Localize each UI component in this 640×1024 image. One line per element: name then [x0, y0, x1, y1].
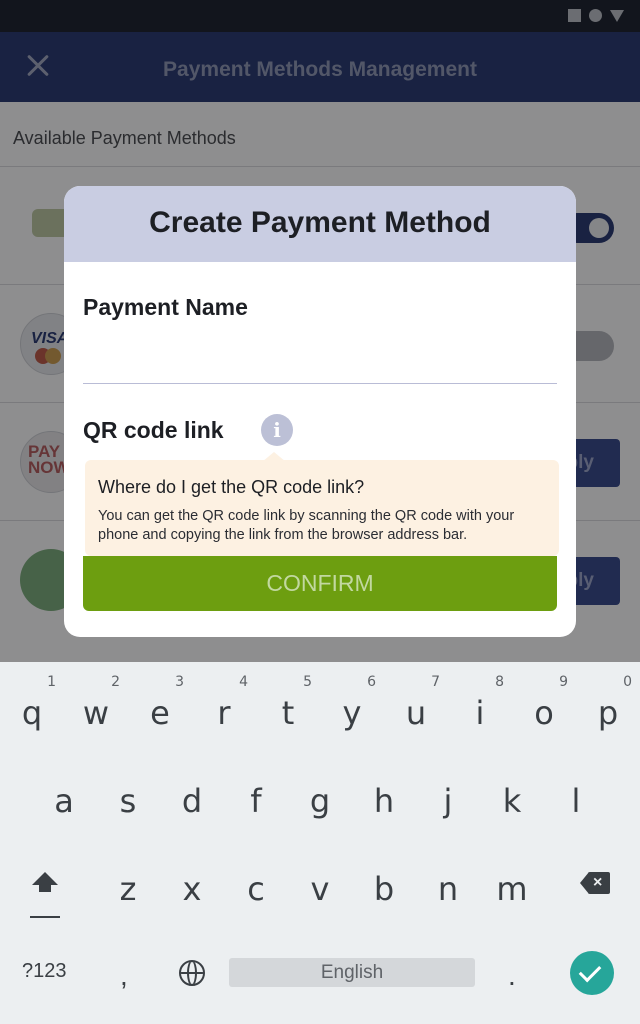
key-label: r — [217, 694, 231, 732]
enter-key[interactable] — [570, 951, 614, 995]
key-t[interactable]: t5 — [256, 666, 320, 754]
key-number-hint: 0 — [623, 674, 632, 690]
key-number-hint: 8 — [495, 674, 504, 690]
dialog-header: Create Payment Method — [64, 186, 576, 262]
key-label: x — [182, 870, 202, 908]
key-s[interactable]: s — [96, 754, 160, 842]
key-i[interactable]: i8 — [448, 666, 512, 754]
comma-key[interactable]: , — [120, 960, 128, 992]
dialog-title: Create Payment Method — [149, 206, 491, 239]
key-k[interactable]: k — [480, 754, 544, 842]
qr-code-link-label: QR code link — [83, 417, 224, 443]
key-label: y — [342, 694, 362, 732]
shift-icon[interactable] — [28, 872, 62, 922]
key-label: g — [309, 782, 331, 820]
key-label: n — [437, 870, 459, 908]
key-label: k — [502, 782, 522, 820]
key-number-hint: 9 — [559, 674, 568, 690]
key-m[interactable]: m — [480, 842, 544, 930]
key-q[interactable]: q1 — [0, 666, 64, 754]
globe-icon[interactable] — [179, 960, 205, 986]
confirm-button[interactable]: CONFIRM — [83, 556, 557, 611]
key-label: v — [310, 870, 330, 908]
key-label: f — [250, 782, 262, 820]
key-a[interactable]: a — [32, 754, 96, 842]
key-label: a — [54, 782, 74, 820]
key-label: e — [150, 694, 170, 732]
tooltip-body: You can get the QR code link by scanning… — [98, 508, 515, 543]
period-key[interactable]: . — [508, 960, 516, 992]
key-z[interactable]: z — [96, 842, 160, 930]
key-h[interactable]: h — [352, 754, 416, 842]
key-label: o — [534, 694, 554, 732]
key-number-hint: 2 — [111, 674, 120, 690]
key-label: j — [443, 782, 453, 820]
key-g[interactable]: g — [288, 754, 352, 842]
backspace-icon[interactable]: × — [580, 872, 610, 894]
key-p[interactable]: p0 — [576, 666, 640, 754]
key-label: w — [82, 694, 110, 732]
key-label: p — [597, 694, 619, 732]
key-label: s — [119, 782, 137, 820]
key-o[interactable]: o9 — [512, 666, 576, 754]
create-payment-method-dialog: Create Payment Method Payment Name QR co… — [64, 186, 576, 637]
key-label: t — [281, 694, 295, 732]
key-label: z — [119, 870, 137, 908]
key-l[interactable]: l — [544, 754, 608, 842]
key-label: d — [181, 782, 203, 820]
info-icon[interactable]: i — [261, 414, 293, 446]
payment-name-label: Payment Name — [83, 294, 248, 320]
key-number-hint: 6 — [367, 674, 376, 690]
key-label: c — [247, 870, 265, 908]
payment-name-input[interactable] — [83, 336, 557, 384]
soft-keyboard: q1w2e3r4t5y6u7i8o9p0 asdfghjkl zxcvbnm ×… — [0, 662, 640, 1024]
key-label: l — [571, 782, 581, 820]
key-number-hint: 1 — [47, 674, 56, 690]
space-bar[interactable]: English — [229, 958, 475, 987]
key-x[interactable]: x — [160, 842, 224, 930]
key-n[interactable]: n — [416, 842, 480, 930]
key-e[interactable]: e3 — [128, 666, 192, 754]
key-v[interactable]: v — [288, 842, 352, 930]
key-r[interactable]: r4 — [192, 666, 256, 754]
key-label: q — [21, 694, 43, 732]
key-j[interactable]: j — [416, 754, 480, 842]
key-c[interactable]: c — [224, 842, 288, 930]
symbols-key[interactable]: ?123 — [22, 960, 67, 983]
key-w[interactable]: w2 — [64, 666, 128, 754]
key-u[interactable]: u7 — [384, 666, 448, 754]
key-label: b — [373, 870, 395, 908]
key-b[interactable]: b — [352, 842, 416, 930]
key-number-hint: 5 — [303, 674, 312, 690]
key-label: i — [475, 694, 485, 732]
tooltip-title: Where do I get the QR code link? — [98, 477, 365, 497]
key-number-hint: 7 — [431, 674, 440, 690]
key-label: u — [405, 694, 427, 732]
key-number-hint: 4 — [239, 674, 248, 690]
key-f[interactable]: f — [224, 754, 288, 842]
qr-help-tooltip: Where do I get the QR code link? You can… — [85, 460, 559, 556]
key-number-hint: 3 — [175, 674, 184, 690]
check-icon — [578, 959, 602, 983]
key-y[interactable]: y6 — [320, 666, 384, 754]
key-label: m — [496, 870, 528, 908]
key-d[interactable]: d — [160, 754, 224, 842]
key-label: h — [373, 782, 395, 820]
